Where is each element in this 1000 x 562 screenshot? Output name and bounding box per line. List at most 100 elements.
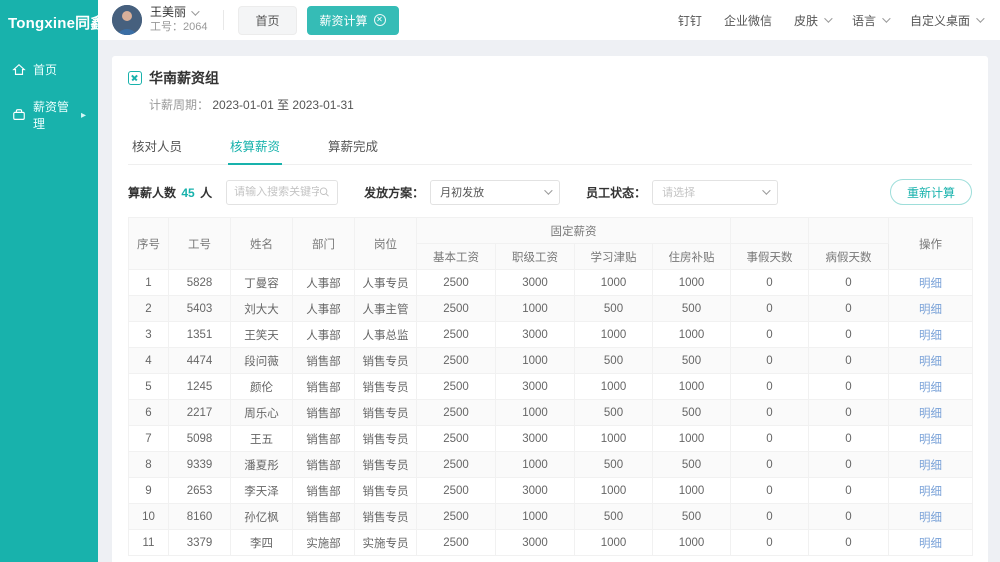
table-cell: 2500 — [417, 270, 496, 296]
table-row: 62217周乐心销售部销售专员2500100050050000明细 — [129, 400, 973, 426]
table-cell: 1000 — [575, 530, 653, 556]
detail-link[interactable]: 明细 — [919, 460, 942, 472]
table-cell: 5403 — [169, 296, 231, 322]
table-cell: 潘夏彤 — [231, 452, 293, 478]
table-row: 25403刘大大人事部人事主管2500100050050000明细 — [129, 296, 973, 322]
col-header-position: 岗位 — [355, 218, 417, 270]
table-cell: 0 — [809, 452, 889, 478]
table-cell: 0 — [731, 296, 809, 322]
nav-tab-home[interactable]: 首页 — [238, 6, 296, 35]
detail-link[interactable]: 明细 — [919, 278, 942, 290]
table-cell: 1000 — [575, 426, 653, 452]
topbar-link-dingtalk[interactable]: 钉钉 — [678, 12, 702, 29]
sidebar-item-home[interactable]: 首页 — [0, 51, 98, 88]
table-cell: 销售部 — [293, 348, 355, 374]
topbar-dropdown-skin[interactable]: 皮肤 — [794, 12, 830, 29]
avatar[interactable] — [112, 5, 142, 35]
col-header-action: 操作 — [889, 218, 973, 270]
status-select[interactable]: 请选择 — [652, 180, 778, 205]
plan-label: 发放方案： — [364, 184, 424, 201]
recalculate-button[interactable]: 重新计算 — [890, 179, 972, 205]
table-cell: 0 — [731, 478, 809, 504]
table-row: 15828丁曼容人事部人事专员250030001000100000明细 — [129, 270, 973, 296]
table-cell-action: 明细 — [889, 530, 973, 556]
table-cell: 人事部 — [293, 296, 355, 322]
table-cell: 500 — [575, 296, 653, 322]
topbar-dropdown-language[interactable]: 语言 — [852, 12, 888, 29]
table-cell: 1000 — [653, 322, 731, 348]
table-body: 15828丁曼容人事部人事专员250030001000100000明细25403… — [129, 270, 973, 556]
wallet-icon — [12, 108, 26, 122]
detail-link[interactable]: 明细 — [919, 356, 942, 368]
table-cell: 销售部 — [293, 478, 355, 504]
search-input[interactable] — [234, 186, 319, 198]
table-cell: 2217 — [169, 400, 231, 426]
table-cell: 0 — [731, 426, 809, 452]
table-cell: 9339 — [169, 452, 231, 478]
table-cell-action: 明细 — [889, 270, 973, 296]
tab-calc-salary[interactable]: 核算薪资 — [228, 127, 282, 164]
detail-link[interactable]: 明细 — [919, 512, 942, 524]
table-cell: 5828 — [169, 270, 231, 296]
table-cell: 9 — [129, 478, 169, 504]
detail-link[interactable]: 明细 — [919, 486, 942, 498]
table-cell: 1000 — [575, 322, 653, 348]
table-cell: 2 — [129, 296, 169, 322]
topbar-link-wecom[interactable]: 企业微信 — [724, 12, 772, 29]
table-cell: 1000 — [496, 400, 575, 426]
table-cell: 1000 — [575, 270, 653, 296]
detail-link[interactable]: 明细 — [919, 330, 942, 342]
table-cell: 11 — [129, 530, 169, 556]
tab-calc-done[interactable]: 算薪完成 — [326, 127, 380, 164]
col-header-spacer — [731, 218, 809, 244]
table-cell: 1 — [129, 270, 169, 296]
detail-link[interactable]: 明细 — [919, 408, 942, 420]
table-cell: 0 — [731, 322, 809, 348]
detail-link[interactable]: 明细 — [919, 304, 942, 316]
table-cell: 2500 — [417, 348, 496, 374]
tab-check-staff[interactable]: 核对人员 — [130, 127, 184, 164]
sidebar-item-label: 首页 — [33, 61, 57, 78]
table-cell: 0 — [731, 452, 809, 478]
user-block[interactable]: 王美丽 工号：2064 — [150, 5, 207, 35]
nav-tab-payroll-calc[interactable]: 薪资计算 ✕ — [307, 6, 399, 35]
app-logo: Tongxine同鑫 — [0, 0, 98, 51]
table-cell: 0 — [809, 426, 889, 452]
table-cell-action: 明细 — [889, 374, 973, 400]
table-cell: 3000 — [496, 478, 575, 504]
col-header-base-salary: 基本工资 — [417, 244, 496, 270]
sidebar-item-payroll[interactable]: 薪资管理 ▸ — [0, 88, 98, 142]
topbar: 王美丽 工号：2064 首页 薪资计算 ✕ 钉钉 企业微信 皮肤 语言 自定义桌… — [98, 0, 1000, 40]
table-cell: 1000 — [496, 296, 575, 322]
table-cell: 3000 — [496, 374, 575, 400]
chevron-right-icon: ▸ — [81, 110, 86, 121]
col-header-index: 序号 — [129, 218, 169, 270]
topbar-dropdown-custom-desktop[interactable]: 自定义桌面 — [910, 12, 982, 29]
search-icon — [319, 186, 330, 198]
table-row: 113379李四实施部实施专员250030001000100000明细 — [129, 530, 973, 556]
col-header-personal-leave-days: 事假天数 — [731, 244, 809, 270]
detail-link[interactable]: 明细 — [919, 382, 942, 394]
detail-link[interactable]: 明细 — [919, 538, 942, 550]
chevron-down-icon — [824, 14, 832, 22]
close-icon[interactable]: ✕ — [374, 14, 386, 26]
table-cell: 王五 — [231, 426, 293, 452]
table-row: 92653李天泽销售部销售专员250030001000100000明细 — [129, 478, 973, 504]
table-row: 31351王笑天人事部人事总监250030001000100000明细 — [129, 322, 973, 348]
main-content: 华南薪资组 计薪周期： 2023-01-01 至 2023-01-31 核对人员… — [112, 56, 988, 562]
plan-select[interactable]: 月初发放 — [430, 180, 560, 205]
detail-link[interactable]: 明细 — [919, 434, 942, 446]
headcount-value: 45 — [181, 186, 194, 200]
table-cell: 2500 — [417, 478, 496, 504]
table-cell: 1000 — [496, 348, 575, 374]
table-cell: 2500 — [417, 322, 496, 348]
table-cell: 8 — [129, 452, 169, 478]
table-cell: 3000 — [496, 322, 575, 348]
table-cell: 0 — [809, 478, 889, 504]
table-cell: 2500 — [417, 400, 496, 426]
col-header-grade-salary: 职级工资 — [496, 244, 575, 270]
table-cell: 6 — [129, 400, 169, 426]
chevron-down-icon — [191, 7, 199, 15]
search-box[interactable] — [226, 180, 338, 205]
table-cell: 销售专员 — [355, 452, 417, 478]
